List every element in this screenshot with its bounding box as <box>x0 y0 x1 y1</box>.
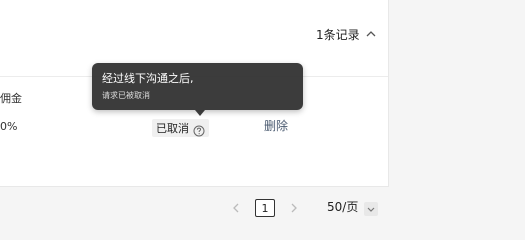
commission-rate-value: 0% <box>0 120 18 133</box>
status-badge[interactable]: 已取消 <box>152 119 209 137</box>
question-circle-icon[interactable] <box>193 122 205 137</box>
page-size-label: 50/页 <box>327 200 359 214</box>
record-count: 1条记录 <box>316 28 360 42</box>
page-number-current[interactable]: 1 <box>255 199 275 217</box>
tooltip-title: 经过线下沟通之后, <box>102 72 194 85</box>
next-page-button[interactable] <box>285 199 303 217</box>
previous-page-button[interactable] <box>227 199 245 217</box>
page-size-select[interactable]: 50/页 <box>320 197 388 217</box>
status-label: 已取消 <box>156 122 189 135</box>
column-header-commission: 佣金 <box>0 92 22 105</box>
tooltip-arrow <box>195 110 205 116</box>
status-tooltip: 经过线下沟通之后, 请求已被取消 <box>92 63 303 116</box>
chevron-up-icon[interactable] <box>364 26 378 40</box>
delete-button[interactable]: 删除 <box>264 117 288 134</box>
chevron-down-icon <box>364 202 379 216</box>
page-canvas: 1条记录 佣金 0% 已取消 删除 经过线下沟通之后, 请求已被取消 1 50/… <box>0 0 525 217</box>
tooltip-detail: 请求已被取消 <box>102 91 150 100</box>
